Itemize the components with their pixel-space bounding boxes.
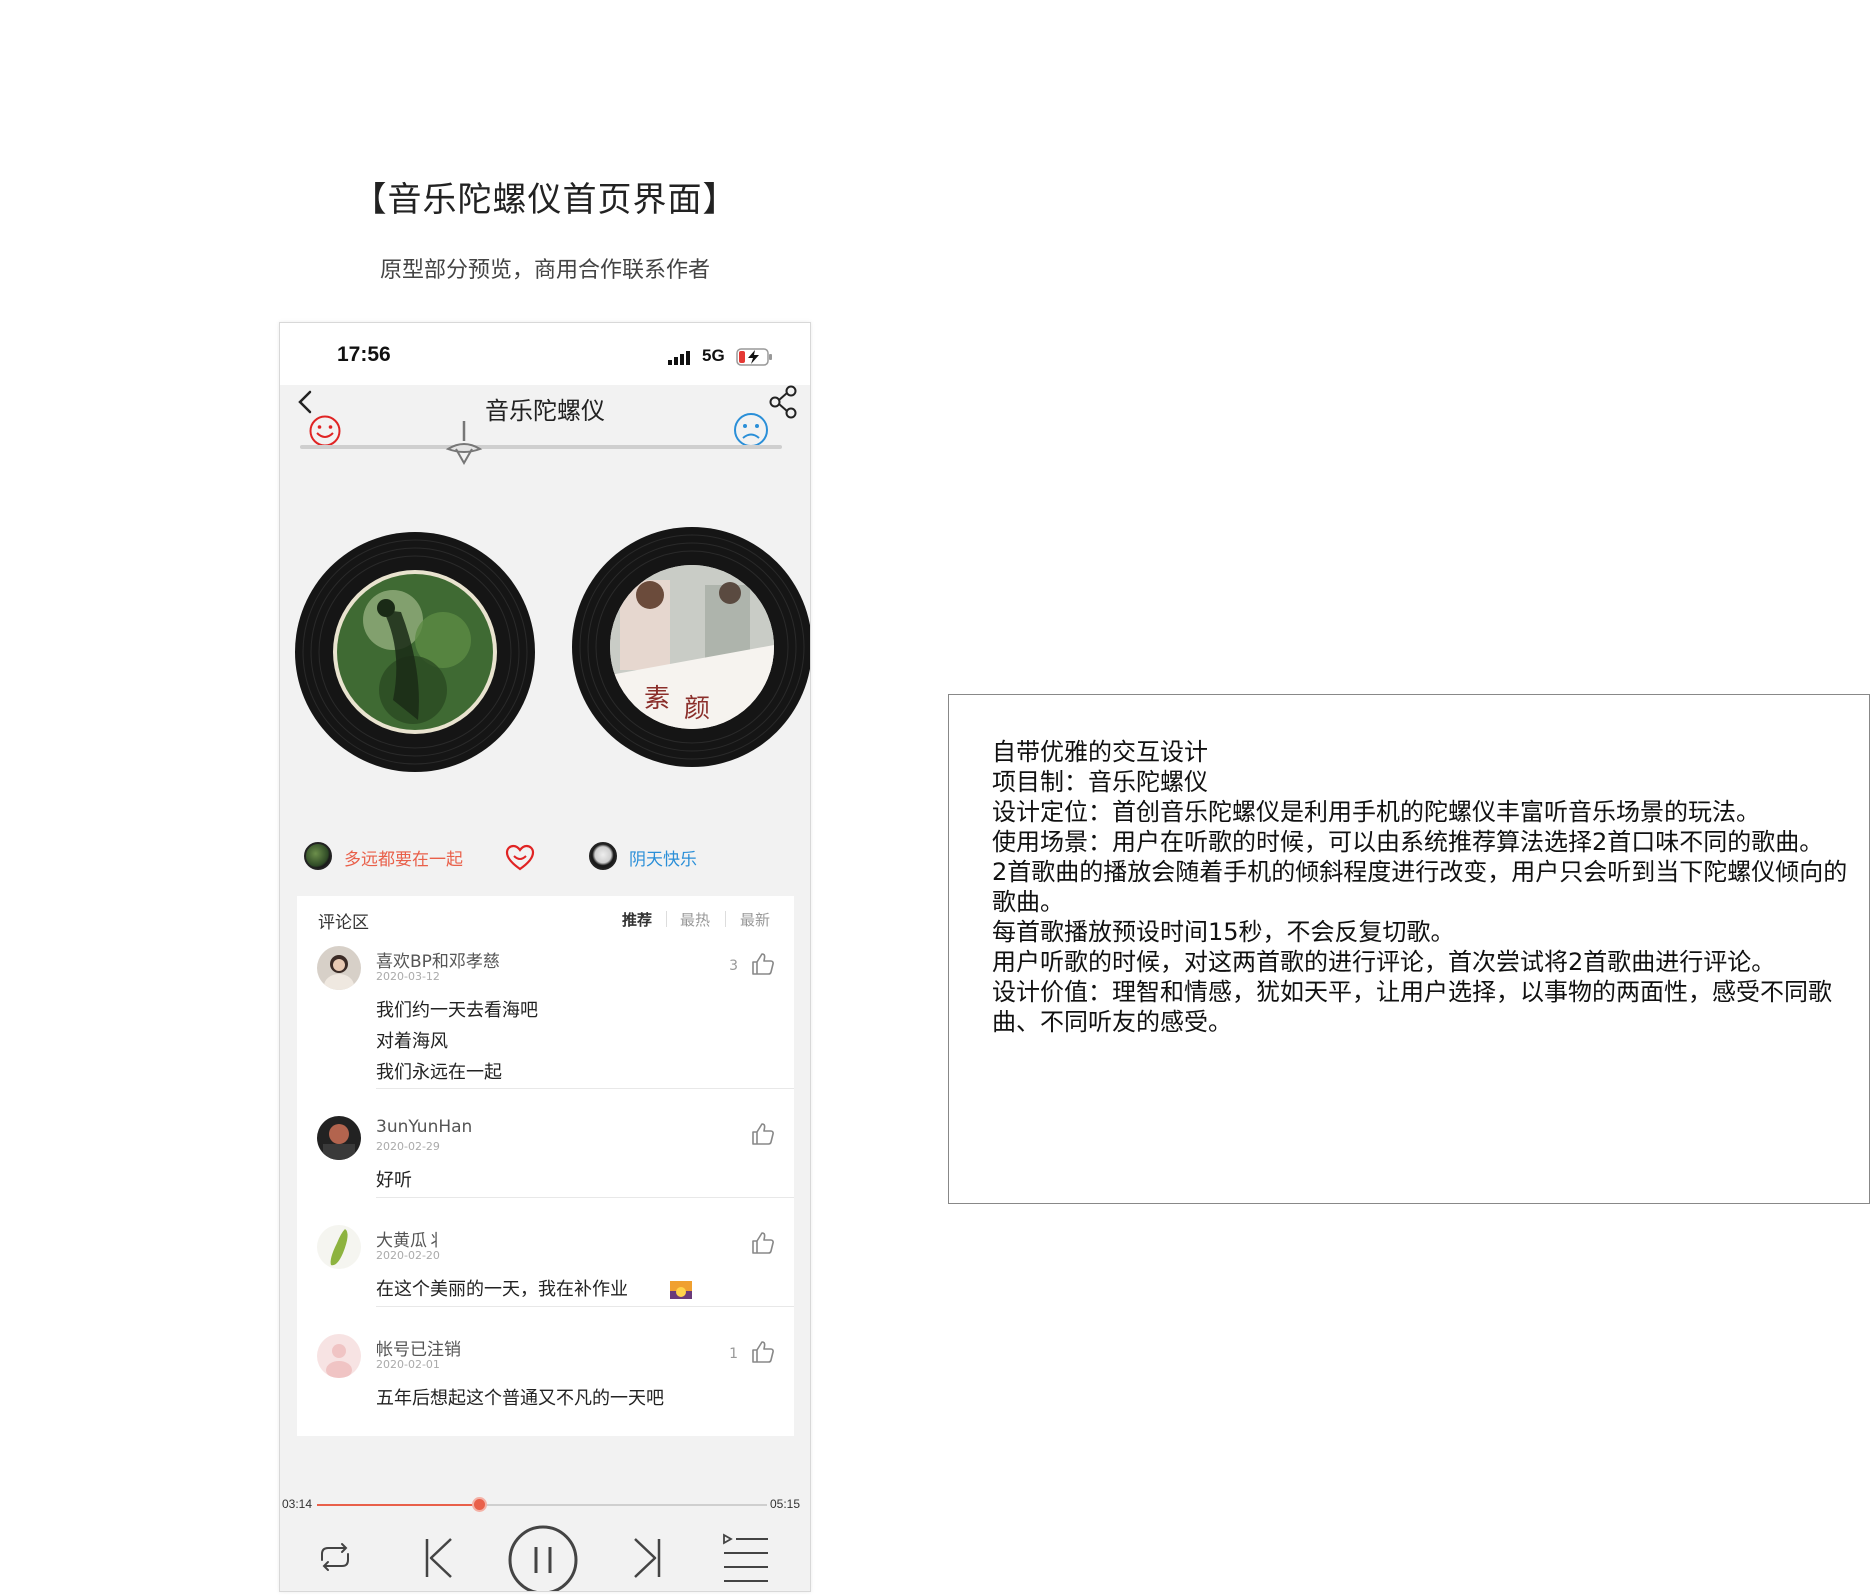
pause-button[interactable] xyxy=(506,1523,580,1592)
comment-username[interactable]: 帐号已注销 xyxy=(376,1335,461,1360)
battery-icon xyxy=(736,348,772,366)
tab-newest[interactable]: 最新 xyxy=(740,909,770,930)
progress-bar[interactable] xyxy=(317,1497,767,1512)
comment-item: 帐号已注销 2020-02-01 1 五年后想起这个普通又不凡的一天吧 xyxy=(297,1329,794,1419)
avatar[interactable] xyxy=(317,1116,361,1160)
description-line: 每首歌播放预设时间15秒，不会反复切歌。 xyxy=(992,918,1455,946)
status-bar: 17:56 5G xyxy=(280,323,810,385)
current-time: 03:14 xyxy=(282,1497,313,1511)
network-label: 5G xyxy=(702,346,725,365)
comment-section-title: 评论区 xyxy=(318,913,369,933)
comment-section: 评论区 推荐 最热 最新 喜欢BP和邓孝慈 2020-03-12 3 我们约一天… xyxy=(297,896,794,1436)
album-disc-left[interactable] xyxy=(293,530,537,774)
repeat-icon[interactable] xyxy=(314,1540,356,1574)
avatar[interactable] xyxy=(317,946,361,990)
album-disc-right[interactable]: 素 颜 xyxy=(570,525,811,769)
comment-text: 五年后想起这个普通又不凡的一天吧 xyxy=(376,1388,664,1409)
song-name[interactable]: 阴天快乐 xyxy=(629,845,697,870)
player-controls xyxy=(280,1523,810,1591)
comment-item: 喜欢BP和邓孝慈 2020-03-12 3 我们约一天去看海吧 对着海风 我们永… xyxy=(297,941,794,1083)
happy-face-icon xyxy=(309,415,341,447)
comment-username[interactable]: 3unYunHan xyxy=(376,1117,472,1137)
svg-text:素: 素 xyxy=(644,684,670,714)
description-line: 设计价值：理智和情感，犹如天平，让用户选择，以事物的两面性，感受不同歌曲、不同听… xyxy=(992,978,1832,1036)
description-line: 使用场景：用户在听歌的时候，可以由系统推荐算法选择2首口味不同的歌曲。 xyxy=(992,828,1824,856)
comment-username[interactable]: 大黄瓜丬 xyxy=(376,1226,444,1251)
description-line: 2首歌曲的播放会随着手机的倾斜程度进行改变，用户只会听到当下陀螺仪倾向的歌曲。 xyxy=(992,858,1848,916)
previous-track-icon[interactable] xyxy=(421,1535,457,1581)
total-time: 05:15 xyxy=(770,1497,801,1511)
comment-divider xyxy=(376,1197,794,1198)
tab-divider xyxy=(666,911,667,927)
comment-date: 2020-02-01 xyxy=(376,1358,440,1371)
comment-divider xyxy=(376,1088,794,1089)
sunset-emoji-icon xyxy=(670,1281,692,1299)
page-subtitle: 原型部分预览，商用合作联系作者 xyxy=(379,258,710,283)
nav-title: 音乐陀螺仪 xyxy=(485,397,605,425)
thumbs-up-icon[interactable] xyxy=(750,1339,776,1365)
tab-recommended[interactable]: 推荐 xyxy=(622,909,652,930)
comment-item: 大黄瓜丬 2020-02-20 在这个美丽的一天，我在补作业 xyxy=(297,1220,794,1310)
gyroscope-top-icon[interactable] xyxy=(444,419,484,465)
comment-date: 2020-02-20 xyxy=(376,1249,440,1262)
song-thumb xyxy=(304,842,332,870)
comment-divider xyxy=(376,1306,794,1307)
next-track-icon[interactable] xyxy=(629,1535,665,1581)
heart-outline-icon[interactable] xyxy=(504,842,536,874)
thumbs-up-icon[interactable] xyxy=(750,1230,776,1256)
playlist-icon[interactable] xyxy=(720,1531,772,1583)
song-name[interactable]: 多远都要在一起 xyxy=(344,845,463,870)
tab-hottest[interactable]: 最热 xyxy=(680,909,710,930)
tab-divider xyxy=(725,911,726,927)
progress-knob[interactable] xyxy=(472,1497,487,1512)
avatar[interactable] xyxy=(317,1334,361,1378)
like-count: 3 xyxy=(729,958,738,974)
song-thumb xyxy=(589,842,617,870)
comment-text: 好听 xyxy=(376,1170,412,1191)
avatar[interactable] xyxy=(317,1225,361,1269)
status-time: 17:56 xyxy=(337,343,391,366)
share-icon[interactable] xyxy=(768,385,800,419)
description-line: 用户听歌的时候，对这两首歌的进行评论，首次尝试将2首歌曲进行评论。 xyxy=(992,948,1776,976)
comment-item: 3unYunHan 2020-02-29 好听 xyxy=(297,1111,794,1201)
comment-text: 对着海风 xyxy=(376,1031,448,1052)
comment-text: 我们永远在一起 xyxy=(376,1062,502,1083)
description-text: 自带优雅的交互设计 项目制：音乐陀螺仪 设计定位：首创音乐陀螺仪是利用手机的陀螺仪丰… xyxy=(992,737,1852,1037)
phone-frame: 17:56 5G 音乐陀螺仪 素 颜 多远都要在一起 阴天快乐 评论区 推荐 最… xyxy=(279,322,811,1592)
page-title: 【音乐陀螺仪首页界面】 xyxy=(352,180,738,220)
tilt-balance-track xyxy=(300,445,782,449)
description-line: 项目制：音乐陀螺仪 xyxy=(992,768,1208,796)
thumbs-up-icon[interactable] xyxy=(750,951,776,977)
comment-date: 2020-03-12 xyxy=(376,970,440,983)
signal-icon xyxy=(668,351,690,365)
comment-header: 评论区 推荐 最热 最新 xyxy=(297,896,794,936)
svg-text:颜: 颜 xyxy=(684,694,710,724)
like-count: 1 xyxy=(729,1346,738,1362)
comment-text: 在这个美丽的一天，我在补作业 xyxy=(376,1279,628,1300)
description-panel: 自带优雅的交互设计 项目制：音乐陀螺仪 设计定位：首创音乐陀螺仪是利用手机的陀螺仪丰… xyxy=(948,694,1870,1204)
comment-text: 我们约一天去看海吧 xyxy=(376,1000,538,1021)
comment-username[interactable]: 喜欢BP和邓孝慈 xyxy=(376,947,500,972)
thumbs-up-icon[interactable] xyxy=(750,1121,776,1147)
sad-face-icon xyxy=(734,413,768,447)
comment-date: 2020-02-29 xyxy=(376,1140,440,1153)
progress-fill xyxy=(317,1504,479,1506)
description-line: 自带优雅的交互设计 xyxy=(992,738,1208,766)
description-line: 设计定位：首创音乐陀螺仪是利用手机的陀螺仪丰富听音乐场景的玩法。 xyxy=(992,798,1760,826)
